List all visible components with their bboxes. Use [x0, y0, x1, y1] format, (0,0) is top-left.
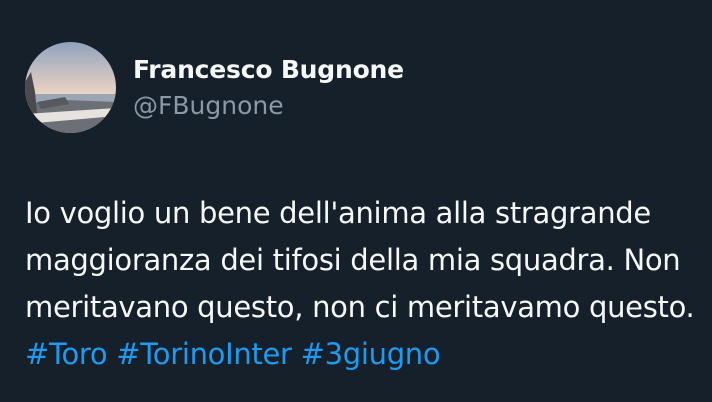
profile-photo-icon	[25, 42, 116, 133]
tweet-text-line: meritavano questo, non ci meritavamo que…	[25, 290, 695, 324]
hashtag-link[interactable]: #3giugno	[301, 337, 441, 371]
tweet-text-line: maggioranza dei tifosi della mia squadra…	[25, 243, 681, 277]
tweet-card: Francesco Bugnone @FBugnone Io voglio un…	[0, 0, 712, 402]
tweet-text-line: Io voglio un bene dell'anima alla stragr…	[25, 196, 651, 230]
author-handle[interactable]: @FBugnone	[133, 91, 284, 120]
avatar[interactable]	[25, 42, 116, 133]
author-display-name[interactable]: Francesco Bugnone	[133, 55, 404, 84]
tweet-text: Io voglio un bene dell'anima alla stragr…	[25, 190, 712, 378]
hashtag-link[interactable]: #TorinoInter	[116, 337, 292, 371]
hashtag-line: #Toro #TorinoInter #3giugno	[25, 331, 712, 378]
hashtag-link[interactable]: #Toro	[25, 337, 108, 371]
